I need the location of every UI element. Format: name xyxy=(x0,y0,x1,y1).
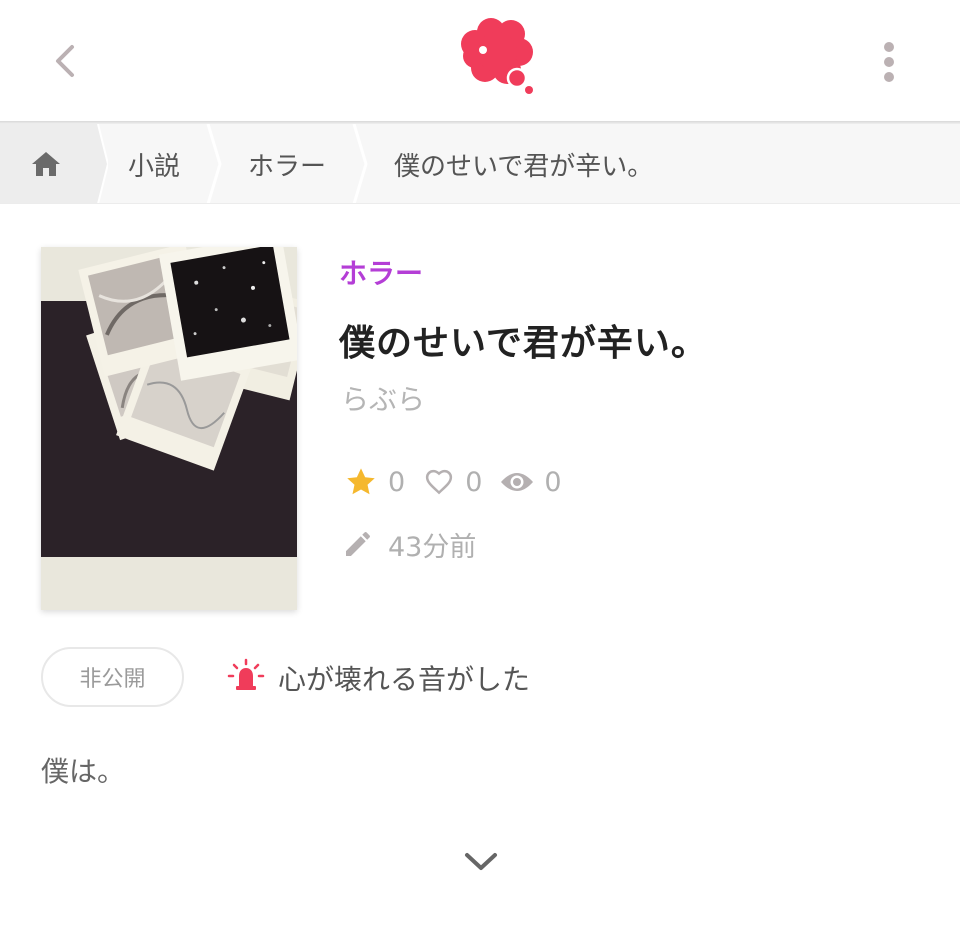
breadcrumb: 小説 ホラー 僕のせいで君が辛い。 xyxy=(0,124,960,204)
breadcrumb-item-current: 僕のせいで君が辛い。 xyxy=(364,124,960,203)
pencil-icon xyxy=(346,532,370,556)
story-preview: 僕は。 xyxy=(41,755,126,788)
catchphrase-text: 心が壊れる音がした xyxy=(278,663,531,696)
star-count-value: 0 xyxy=(388,466,406,498)
breadcrumb-item-horror[interactable]: ホラー xyxy=(218,124,364,203)
star-icon xyxy=(347,468,375,495)
siren-icon xyxy=(227,658,265,690)
breadcrumb-item-novel[interactable]: 小説 xyxy=(98,124,218,203)
expand-button[interactable] xyxy=(455,842,507,882)
chevron-left-icon xyxy=(56,45,74,77)
like-count[interactable]: 0 xyxy=(423,467,482,498)
book-stats: 0 0 0 xyxy=(344,462,580,502)
author-name[interactable]: らぶら xyxy=(341,378,425,418)
breadcrumb-label: 僕のせいで君が辛い。 xyxy=(394,151,654,182)
book-title: 僕のせいで君が辛い。 xyxy=(339,323,708,364)
vertical-dots-icon xyxy=(884,42,894,82)
polaroid-cover-art xyxy=(41,233,314,610)
view-count-value: 0 xyxy=(544,466,562,498)
top-bar xyxy=(0,0,960,121)
more-options-button[interactable] xyxy=(864,36,914,88)
back-button[interactable] xyxy=(38,38,90,84)
genre-label[interactable]: ホラー xyxy=(339,252,423,292)
breadcrumb-home[interactable] xyxy=(0,124,98,203)
breadcrumb-label: 小説 xyxy=(128,151,181,182)
like-count-value: 0 xyxy=(465,466,483,498)
view-count: 0 xyxy=(500,466,562,498)
star-count[interactable]: 0 xyxy=(344,466,405,498)
book-cover-image[interactable] xyxy=(41,233,314,610)
app-logo[interactable] xyxy=(455,16,539,98)
catchphrase: 心が壊れる音がした xyxy=(226,656,530,700)
chevron-down-icon xyxy=(465,853,497,870)
home-icon xyxy=(32,152,60,176)
last-updated: 43分前 xyxy=(342,524,476,564)
red-cloud-logo-icon xyxy=(461,18,533,94)
private-badge: 非公開 xyxy=(41,647,184,707)
heart-icon xyxy=(426,469,453,495)
last-updated-value: 43分前 xyxy=(388,531,477,563)
breadcrumb-label: ホラー xyxy=(248,151,327,182)
eye-icon xyxy=(501,473,534,491)
